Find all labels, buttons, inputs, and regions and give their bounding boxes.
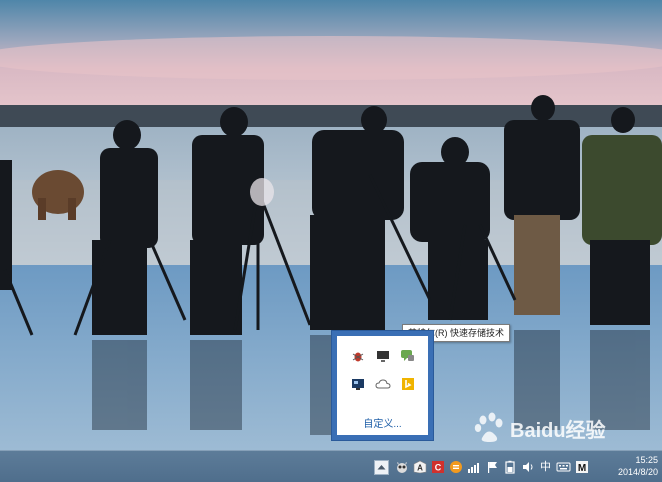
bug-icon[interactable] [345,346,370,366]
system-tray: A C 中 M [374,457,591,477]
clock-time: 15:25 [635,455,658,465]
paw-logo-icon [474,412,503,442]
chat-bubble-icon[interactable] [395,346,420,366]
svg-text:A: A [417,464,423,473]
tray-overflow-panel: 自定义... [337,336,428,435]
orange-circle-icon[interactable] [447,459,464,476]
tray-overflow-popup: 自定义... [332,331,433,440]
customize-link[interactable]: 自定义... [337,415,428,430]
flag-icon[interactable] [483,459,500,476]
cloud-icon[interactable] [370,374,395,394]
volume-icon[interactable] [519,459,536,476]
desktop-wallpaper [0,0,662,450]
c-red-icon[interactable]: C [429,459,446,476]
signal-bars-icon[interactable] [465,459,482,476]
taskbar-clock[interactable]: 15:25 2014/8/20 [606,454,658,478]
ime-keyboard-icon[interactable] [555,459,572,476]
svg-text:M: M [577,463,585,474]
battery-icon[interactable] [501,459,518,476]
m-letter-icon[interactable]: M [573,459,590,476]
owl-icon[interactable] [393,459,410,476]
taskbar: A C 中 M 15:25 2014/8/20 [0,450,662,482]
chevron-up-icon [377,465,386,470]
baidu-watermark: Baidu经验 [470,408,640,448]
watermark-text: Baidu经验 [510,420,606,442]
display-settings-icon[interactable] [345,374,370,394]
monitor-icon[interactable] [370,346,395,366]
a-letter-icon[interactable]: A [411,459,428,476]
bing-icon[interactable] [395,374,420,394]
clock-date: 2014/8/20 [617,467,658,477]
svg-text:C: C [434,463,441,473]
show-hidden-icons-button[interactable] [374,459,389,475]
tray-overflow-icon-grid [345,346,420,394]
ime-zhong-icon[interactable]: 中 [537,459,554,476]
